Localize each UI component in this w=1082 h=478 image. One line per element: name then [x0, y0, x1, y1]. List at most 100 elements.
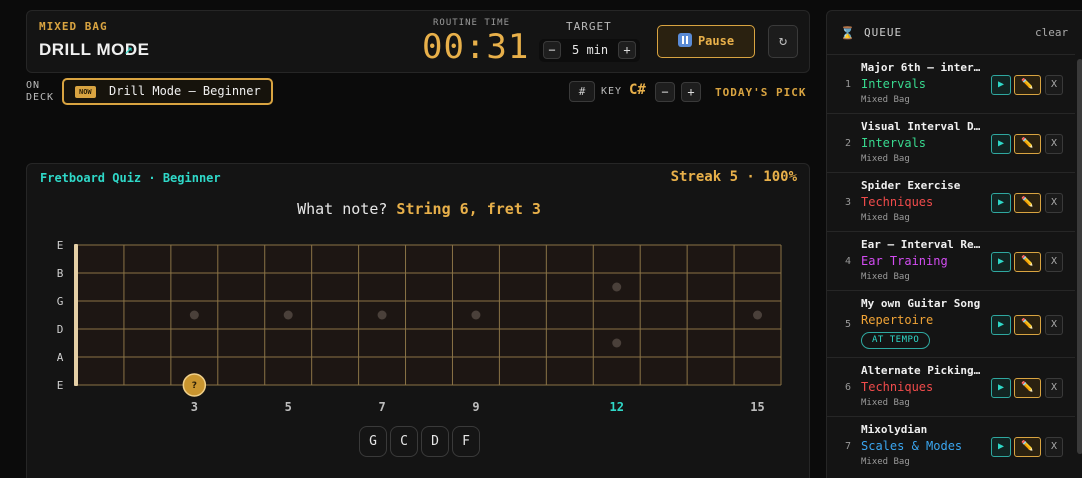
key-label: KEY — [601, 86, 623, 97]
queue-item-source: Mixed Bag — [861, 272, 910, 282]
on-deck-item[interactable]: NOW Drill Mode — Beginner — [62, 78, 273, 105]
play-button[interactable]: ▶ — [991, 315, 1011, 335]
fretboard-quiz-panel: Fretboard Quiz · Beginner Streak 5 · 100… — [26, 163, 810, 478]
target-label: TARGET — [566, 20, 612, 33]
todays-pick-link[interactable]: TODAY'S PICK — [715, 86, 806, 99]
edit-button[interactable]: ✏️ — [1014, 75, 1041, 95]
queue-item[interactable]: 4 Ear — Interval Recognition Ear Training M… — [827, 231, 1075, 290]
queue-item-name: Ear — Interval Recognition — [861, 238, 985, 251]
queue-title: QUEUE — [864, 26, 903, 39]
edit-button[interactable]: ✏️ — [1014, 252, 1041, 272]
queue-item-name: Major 6th — interval — [861, 61, 985, 74]
question-marker-label: ? — [192, 381, 197, 391]
queue-item-name: My own Guitar Song — [861, 297, 981, 310]
clear-queue-button[interactable]: clear — [1035, 26, 1068, 39]
answer-choice-button[interactable]: D — [421, 426, 449, 457]
queue-item-number: 7 — [845, 441, 852, 452]
inlay-dot — [612, 282, 622, 292]
target-increase-button[interactable]: + — [618, 41, 636, 59]
play-button[interactable]: ▶ — [991, 193, 1011, 213]
queue-item[interactable]: 7 Mixolydian Scales & Modes Mixed Bag ▶ ✏️ X — [827, 416, 1075, 475]
fretboard-wood — [77, 245, 781, 385]
key-increase-button[interactable]: + — [681, 82, 701, 102]
edit-button[interactable]: ✏️ — [1014, 437, 1041, 457]
queue-item[interactable]: 6 Alternate Picking Drill Techniques Mixed … — [827, 357, 1075, 416]
on-deck-label: ON DECK — [26, 80, 55, 103]
queue-scrollbar[interactable] — [1077, 59, 1082, 454]
string-label: E — [57, 239, 64, 252]
edit-button[interactable]: ✏️ — [1014, 134, 1041, 154]
inlay-dot — [471, 310, 481, 320]
now-badge: NOW — [75, 86, 96, 98]
remove-button[interactable]: X — [1045, 378, 1063, 398]
queue-item-category: Techniques — [861, 195, 934, 209]
queue-item[interactable]: 1 Major 6th — interval Intervals Mixed Bag ▶… — [827, 54, 1075, 113]
expand-arrow-icon[interactable]: ↗ — [124, 40, 133, 58]
pause-label: Pause — [697, 34, 735, 48]
string-label: B — [57, 267, 64, 280]
queue-item-source: Mixed Bag — [861, 213, 910, 223]
queue-panel: ⌛ QUEUE clear 1 Major 6th — interval Inter… — [826, 10, 1082, 478]
queue-item-source: Mixed Bag — [861, 457, 910, 467]
queue-item-category: Techniques — [861, 380, 934, 394]
queue-item-category: Intervals — [861, 136, 927, 150]
remove-button[interactable]: X — [1045, 252, 1063, 272]
answer-choice-button[interactable]: C — [390, 426, 418, 457]
play-button[interactable]: ▶ — [991, 437, 1011, 457]
fret-number: 12 — [610, 400, 624, 414]
queue-item-category: Ear Training — [861, 254, 948, 268]
fret-number: 5 — [285, 400, 292, 414]
edit-button[interactable]: ✏️ — [1014, 378, 1041, 398]
queue-item[interactable]: 3 Spider Exercise Techniques Mixed Bag ▶ ✏️ X — [827, 172, 1075, 231]
on-deck-title: Drill Mode — Beginner — [109, 84, 261, 98]
queue-item[interactable]: 5 My own Guitar Song Repertoire AT TEMPO ▶ ✏️… — [827, 290, 1075, 357]
hourglass-icon: ⌛ — [840, 26, 855, 40]
pause-button[interactable]: Pause — [657, 25, 755, 58]
queue-item-source: Mixed Bag — [861, 398, 910, 408]
inlay-dot — [189, 310, 199, 320]
queue-list: 1 Major 6th — interval Intervals Mixed Bag ▶… — [827, 54, 1075, 475]
queue-item-number: 5 — [845, 319, 852, 330]
edit-button[interactable]: ✏️ — [1014, 315, 1041, 335]
inlay-dot — [377, 310, 387, 320]
key-decrease-button[interactable]: − — [655, 82, 675, 102]
inlay-dot — [612, 338, 622, 348]
play-button[interactable]: ▶ — [991, 75, 1011, 95]
string-label: D — [57, 323, 64, 336]
remove-button[interactable]: X — [1045, 75, 1063, 95]
queue-item-number: 2 — [845, 138, 852, 149]
edit-button[interactable]: ✏️ — [1014, 193, 1041, 213]
answer-choice-button[interactable]: G — [359, 426, 387, 457]
remove-button[interactable]: X — [1045, 315, 1063, 335]
queue-item-category: Repertoire — [861, 313, 934, 327]
remove-button[interactable]: X — [1045, 193, 1063, 213]
string-label: G — [57, 295, 64, 308]
play-button[interactable]: ▶ — [991, 252, 1011, 272]
queue-item-number: 4 — [845, 256, 852, 267]
key-sharp-toggle[interactable]: # — [569, 81, 595, 102]
fret-number: 15 — [750, 400, 764, 414]
reset-button[interactable]: ↻ — [768, 25, 798, 58]
answer-choice-button[interactable]: F — [452, 426, 480, 457]
remove-button[interactable]: X — [1045, 437, 1063, 457]
drill-header: MIXED BAG DRILL MODE ↗ ROUTINE TIME 00:3… — [26, 10, 810, 73]
target-stepper: − 5 min + — [539, 39, 640, 62]
queue-item-badge: AT TEMPO — [861, 332, 931, 349]
remove-button[interactable]: X — [1045, 134, 1063, 154]
string-label: E — [57, 379, 64, 392]
play-button[interactable]: ▶ — [991, 378, 1011, 398]
fret-number: 9 — [472, 400, 479, 414]
queue-item-category: Intervals — [861, 77, 927, 91]
queue-item[interactable]: 2 Visual Interval Drill Intervals Mixed Bag… — [827, 113, 1075, 172]
queue-item-category: Scales & Modes — [861, 439, 963, 453]
play-button[interactable]: ▶ — [991, 134, 1011, 154]
routine-eyebrow: MIXED BAG — [39, 20, 108, 33]
queue-item-source: Mixed Bag — [861, 154, 910, 164]
queue-item-name: Mixolydian — [861, 423, 928, 436]
target-decrease-button[interactable]: − — [543, 41, 561, 59]
target-value: 5 min — [572, 43, 609, 57]
inlay-dot — [753, 310, 763, 320]
queue-item-name: Spider Exercise — [861, 179, 961, 192]
nut — [74, 244, 78, 386]
queue-item-number: 3 — [845, 197, 852, 208]
